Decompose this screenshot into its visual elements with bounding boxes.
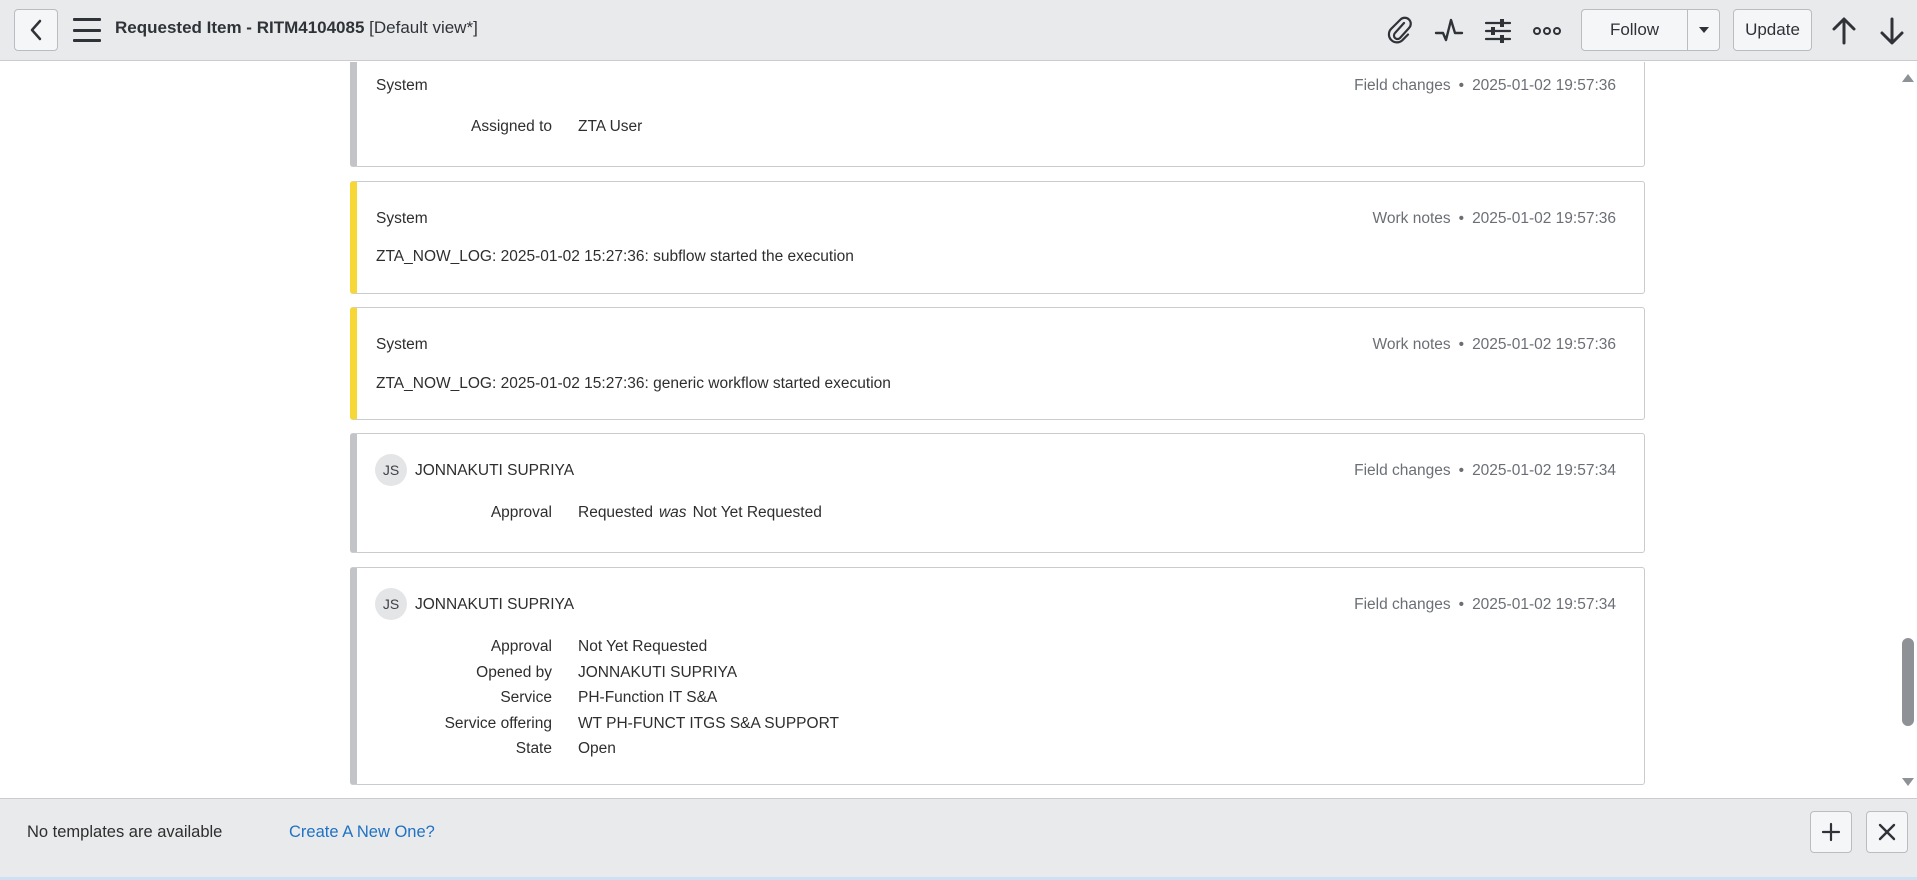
- create-template-link[interactable]: Create A New One?: [289, 823, 435, 842]
- scroll-down-arrow-icon[interactable]: [1902, 778, 1914, 786]
- activity-author: JONNAKUTI SUPRIYA: [415, 462, 575, 479]
- back-button[interactable]: [14, 9, 58, 51]
- avatar[interactable]: JS: [375, 588, 407, 620]
- activity-type: Field changes: [1354, 596, 1451, 613]
- chevron-left-icon: [30, 19, 42, 41]
- field-label: Service: [500, 689, 552, 706]
- field-change-row: State Open: [357, 740, 1457, 766]
- field-change-row: Service PH-Function IT S&A: [357, 689, 1457, 715]
- activity-timestamp: 2025-01-02 19:57:36: [1472, 77, 1616, 94]
- scrollbar-thumb[interactable]: [1902, 638, 1914, 726]
- activity-timestamp: 2025-01-02 19:57:36: [1472, 336, 1616, 353]
- activity-meta: Field changes • 2025-01-02 19:57:34: [1354, 462, 1616, 479]
- page-title: Requested Item - RITM4104085 [Default vi…: [115, 18, 478, 38]
- activity-author: System: [376, 77, 428, 94]
- paperclip-icon[interactable]: [1383, 14, 1417, 48]
- form-header: Requested Item - RITM4104085 [Default vi…: [0, 0, 1917, 61]
- hamburger-menu-icon[interactable]: [73, 18, 101, 42]
- field-new-value: Requested: [578, 504, 653, 521]
- field-value: Requested was Not Yet Requested: [578, 504, 822, 522]
- field-value: ZTA User: [578, 118, 643, 135]
- field-label: Opened by: [476, 663, 552, 681]
- field-change-row: Approval Requested was Not Yet Requested: [357, 504, 1457, 530]
- arrow-up-icon[interactable]: [1827, 14, 1861, 48]
- close-templates-button[interactable]: [1866, 811, 1908, 853]
- field-label: Approval: [490, 638, 552, 655]
- follow-menu-button[interactable]: [1687, 9, 1720, 51]
- field-old-value: Not Yet Requested: [692, 504, 822, 521]
- field-changes-list: Approval Requested was Not Yet Requested: [357, 504, 1457, 530]
- activity-entry: System Work notes • 2025-01-02 19:57:36 ZT…: [350, 181, 1645, 294]
- scroll-up-arrow-icon[interactable]: [1902, 74, 1914, 82]
- field-value: PH-Function IT S&A: [578, 689, 718, 706]
- view-name: [Default view*]: [364, 18, 478, 37]
- close-icon: [1878, 823, 1896, 841]
- activity-type: Field changes: [1354, 77, 1451, 94]
- caret-down-icon: [1698, 27, 1709, 33]
- activity-author: JONNAKUTI SUPRIYA: [415, 596, 575, 613]
- activity-meta: Work notes • 2025-01-02 19:57:36: [1372, 210, 1616, 227]
- activity-timestamp: 2025-01-02 19:57:34: [1472, 462, 1616, 479]
- sliders-icon[interactable]: [1481, 14, 1515, 48]
- no-templates-message: No templates are available: [27, 823, 223, 841]
- field-label: Service offering: [444, 714, 552, 732]
- activity-entry: System Field changes • 2025-01-02 19:57:36…: [350, 62, 1645, 167]
- work-note-text: ZTA_NOW_LOG: 2025-01-02 15:27:36: subflo…: [376, 248, 854, 265]
- plus-icon: [1821, 822, 1841, 842]
- field-label: Approval: [490, 504, 552, 521]
- activity-author: System: [376, 336, 428, 353]
- field-label: State: [515, 740, 552, 757]
- avatar[interactable]: JS: [375, 454, 407, 486]
- follow-button[interactable]: Follow: [1581, 9, 1687, 51]
- activity-author: System: [376, 210, 428, 227]
- update-button[interactable]: Update: [1733, 9, 1812, 51]
- field-value: WT PH-FUNCT ITGS S&A SUPPORT: [578, 714, 839, 732]
- field-changes-list: Assigned to ZTA User: [357, 118, 1457, 144]
- activity-timestamp: 2025-01-02 19:57:34: [1472, 596, 1616, 613]
- arrow-down-icon[interactable]: [1875, 14, 1909, 48]
- add-template-button[interactable]: [1810, 811, 1852, 853]
- activity-type: Work notes: [1372, 210, 1451, 227]
- field-value: Not Yet Requested: [578, 638, 708, 655]
- activity-entry: System Work notes • 2025-01-02 19:57:36 ZT…: [350, 307, 1645, 420]
- field-change-row: Assigned to ZTA User: [357, 118, 1457, 144]
- field-change-row: Service offering WT PH-FUNCT ITGS S&A SU…: [357, 715, 1457, 741]
- activity-meta: Field changes • 2025-01-02 19:57:36: [1354, 77, 1616, 94]
- record-title: Requested Item - RITM4104085: [115, 18, 365, 37]
- activity-meta: Field changes • 2025-01-02 19:57:34: [1354, 596, 1616, 613]
- was-label: was: [658, 504, 687, 521]
- templates-bar: No templates are available Create A New …: [0, 798, 1917, 880]
- field-value: Open: [578, 740, 616, 757]
- activity-type: Field changes: [1354, 462, 1451, 479]
- activity-stream[interactable]: System Field changes • 2025-01-02 19:57:36…: [0, 62, 1917, 798]
- activity-timestamp: 2025-01-02 19:57:36: [1472, 210, 1616, 227]
- activity-entry: JS JONNAKUTI SUPRIYA Field changes • 2025-…: [350, 433, 1645, 553]
- activity-entry: JS JONNAKUTI SUPRIYA Field changes • 2025-…: [350, 567, 1645, 785]
- work-note-text: ZTA_NOW_LOG: 2025-01-02 15:27:36: generi…: [376, 375, 891, 392]
- activity-meta: Work notes • 2025-01-02 19:57:36: [1372, 336, 1616, 353]
- field-label: Assigned to: [471, 118, 552, 135]
- field-changes-list: Approval Not Yet Requested Opened by JON…: [357, 638, 1457, 766]
- field-change-row: Approval Not Yet Requested: [357, 638, 1457, 664]
- more-options-icon[interactable]: [1530, 14, 1564, 48]
- field-change-row: Opened by JONNAKUTI SUPRIYA: [357, 664, 1457, 690]
- vertical-scrollbar[interactable]: [1899, 62, 1917, 798]
- activity-pulse-icon[interactable]: [1432, 14, 1466, 48]
- activity-type: Work notes: [1372, 336, 1451, 353]
- field-value: JONNAKUTI SUPRIYA: [578, 663, 738, 681]
